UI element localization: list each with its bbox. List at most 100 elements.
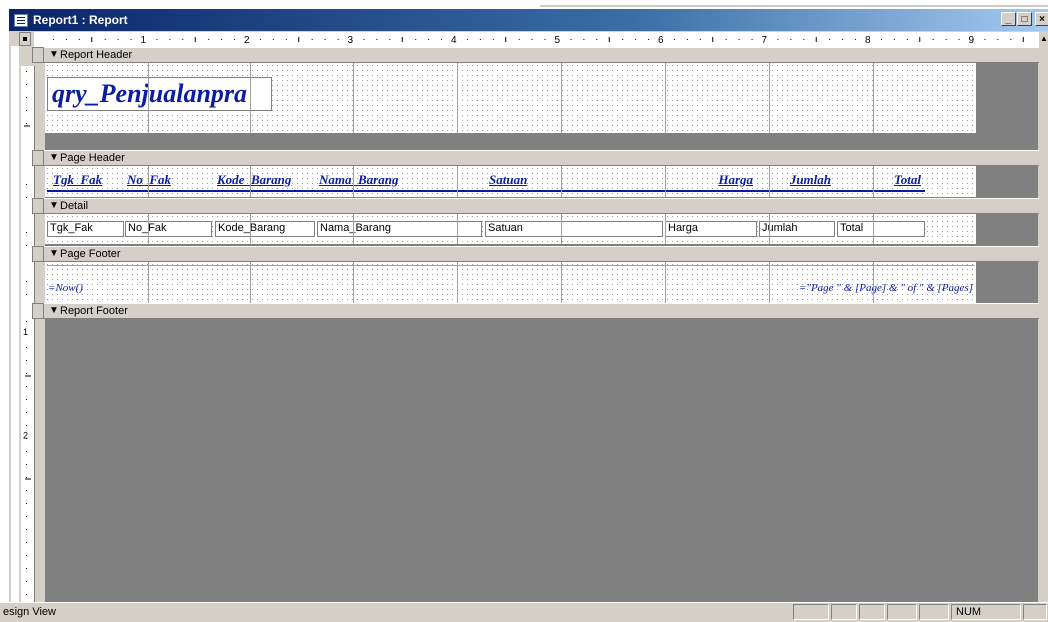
ruler-number: 3 [348,35,354,46]
ruler-dot [428,39,430,40]
header-label-jumlah[interactable]: Jumlah [759,172,835,189]
footer-divider-line[interactable] [47,265,975,266]
ruler-dot [156,39,158,40]
design-canvas[interactable] [45,61,1038,602]
report-header-body[interactable]: qry_Penjualanpra [45,63,976,133]
header-label-harga[interactable]: Harga [665,172,757,189]
page-header-bar[interactable]: ▼ Page Header [44,150,1039,166]
report-title-label[interactable]: qry_Penjualanpra [47,77,272,111]
report-header-bar[interactable]: ▼ Report Header [44,47,1039,63]
page-header-selector[interactable] [32,150,44,166]
horizontal-ruler[interactable]: 1 2 3 4 5 6 7 8 9 [34,32,1039,48]
header-label-kode-barang[interactable]: Kode_Barang [215,172,316,189]
grid-line [353,63,354,133]
ruler-dot [363,39,365,40]
left-gutter [11,46,19,602]
page-footer-label: Page Footer [60,248,121,260]
ruler-dot [26,347,27,348]
section-arrow-icon: ▼ [49,200,59,211]
detail-bar[interactable]: ▼ Detail [44,198,1039,214]
grid-line [353,166,354,197]
footer-date-expr[interactable]: =Now() [47,281,155,297]
ruler-dot [26,568,27,569]
ruler-dot [945,39,947,40]
ruler-dot [169,39,171,40]
detail-field-kode-barang[interactable]: Kode_Barang [215,221,315,237]
detail-field-tgk-fak[interactable]: Tgk_Fak [47,221,124,237]
ruler-number: 9 [969,35,975,46]
report-footer-label: Report Footer [60,305,128,317]
ruler-dot [26,232,27,233]
select-report-button[interactable] [19,32,31,46]
ruler-dot [725,39,727,40]
grid-line [148,63,149,133]
ruler-dot [26,321,27,322]
ruler-dot [518,39,520,40]
page-footer-selector[interactable] [32,246,44,262]
status-panel [887,604,917,620]
ruler-number: 1 [141,35,147,46]
ruler-dot [26,84,27,85]
ruler-dot [104,39,106,40]
ruler-dot [52,39,54,40]
grid-line [769,214,770,244]
ruler-dot [751,39,753,40]
page-footer-bar[interactable]: ▼ Page Footer [44,246,1039,262]
close-button[interactable]: × [1035,12,1048,26]
grid-line [873,262,874,303]
status-panel [793,604,829,620]
minimize-button[interactable]: _ [1001,12,1016,26]
ruler-dot [259,39,261,40]
ruler-dot [958,39,960,40]
ruler-dot [906,39,908,40]
ruler-dot [26,97,27,98]
report-design-window: Report1 : Report _ □ × 123456789 ▲ 12 ▼ … [8,9,1048,602]
ruler-dot [466,39,468,40]
ruler-dot [855,39,857,40]
report-header-selector[interactable] [32,47,44,63]
ruler-number: 5 [555,35,561,46]
ruler-dot [26,71,27,72]
ruler-dot [441,39,443,40]
ruler-dot [648,39,650,40]
grid-line [457,262,458,303]
grid-line [769,262,770,303]
header-label-total[interactable]: Total [837,172,925,189]
detail-field-satuan[interactable]: Satuan [485,221,663,237]
grid-line [250,262,251,303]
ruler-dot [26,490,27,491]
ruler-dot [1010,39,1012,40]
detail-selector[interactable] [32,198,44,214]
ruler-dot [26,245,27,246]
scroll-up-arrow-icon[interactable]: ▲ [1039,32,1048,46]
report-footer-bar[interactable]: ▼ Report Footer [44,303,1039,319]
detail-field-harga[interactable]: Harga [665,221,757,237]
page-header-body[interactable]: Tgk_Fak No_Fak Kode_Barang Nama_Barang S… [45,166,976,197]
restore-button[interactable]: □ [1017,12,1032,26]
page-footer-body[interactable]: =Now() ="Page " & [Page] & " of " & [Pag… [45,262,976,303]
ruler-number: 4 [451,35,457,46]
ruler-dot [583,39,585,40]
footer-page-expr[interactable]: ="Page " & [Page] & " of " & [Pages] [735,281,975,297]
detail-field-no-fak[interactable]: No_Fak [125,221,212,237]
detail-field-jumlah[interactable]: Jumlah [759,221,835,237]
header-label-no-fak[interactable]: No_Fak [125,172,213,189]
detail-field-total[interactable]: Total [837,221,925,237]
header-label-nama-barang[interactable]: Nama_Barang [317,172,483,189]
report-footer-selector[interactable] [32,303,44,319]
vertical-ruler[interactable]: 12 [21,66,35,602]
header-label-tgk-fak[interactable]: Tgk_Fak [47,172,124,189]
vertical-scrollbar[interactable]: ▲ [1039,32,1048,602]
detail-body[interactable]: Tgk_Fak No_Fak Kode_Barang Nama_Barang S… [45,214,976,244]
ruler-dot [26,516,27,517]
top-strip [0,0,1048,8]
grid-line [873,166,874,197]
report-title-text: qry_Penjualanpra [52,79,248,108]
ruler-number: 8 [865,35,871,46]
header-underline[interactable] [47,190,925,192]
header-label-satuan[interactable]: Satuan [485,172,663,189]
grid-line [873,63,874,133]
ruler-dot [389,39,391,40]
title-bar[interactable]: Report1 : Report _ □ × [9,9,1048,31]
ruler-dot [984,39,986,40]
